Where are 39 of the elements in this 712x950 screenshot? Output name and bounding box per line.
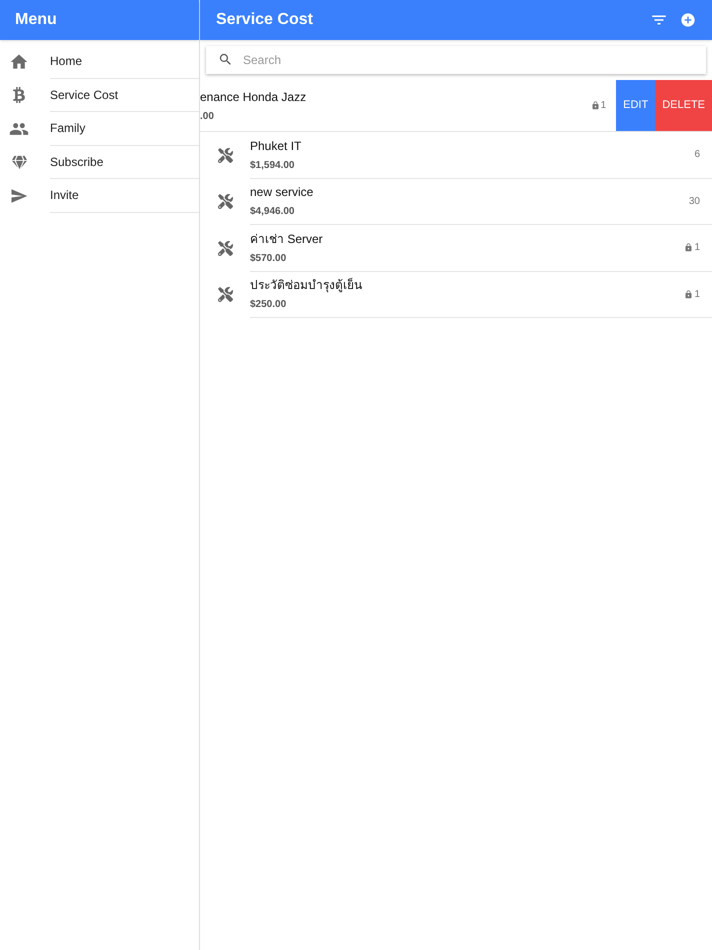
search-icon: [218, 52, 233, 67]
send-icon: [10, 186, 28, 205]
tools-icon: [218, 287, 232, 302]
count: 6: [694, 148, 700, 162]
count: 1: [694, 288, 700, 302]
item-name: Phuket IT: [250, 138, 302, 155]
item-name: enance Honda Jazz: [200, 88, 308, 106]
item-amount: $250.00: [250, 298, 288, 312]
menu-item[interactable]: Family: [0, 112, 199, 146]
item-name: new service: [250, 184, 314, 202]
item-amount: $1,594.00: [250, 158, 296, 173]
count: 1: [600, 99, 606, 113]
item-amount: $570.00: [250, 252, 288, 266]
count: 1: [694, 241, 700, 256]
edit-button[interactable]: EDIT: [616, 80, 656, 131]
item-amount: .00: [200, 110, 215, 124]
menu-item[interactable]: Home: [0, 45, 199, 78]
search-field[interactable]: Search: [206, 46, 706, 74]
tools-icon: [218, 240, 232, 256]
tools-icon: [218, 148, 232, 163]
list-item[interactable]: ประวัติซ่อมบำรุงตู้เย็น $250.00 1: [200, 272, 712, 318]
item-name: ค่าเช่า Server: [250, 230, 324, 248]
gem-icon: [12, 154, 26, 170]
menu-item[interactable]: Subscribe: [0, 146, 199, 179]
delete-button[interactable]: DELETE: [655, 80, 712, 131]
item-name: ประวัติซ่อมบำรุงตู้เย็น: [250, 276, 363, 294]
bitcoin-icon: [11, 87, 27, 104]
menu-header: Menu: [0, 0, 199, 40]
tools-icon: [218, 194, 232, 210]
list-item[interactable]: Phuket IT $1,594.00 6: [200, 132, 712, 178]
add-icon[interactable]: [680, 12, 696, 28]
list-item[interactable]: new service $4,946.00 30: [200, 178, 712, 225]
list-item[interactable]: enance Honda Jazz .00 1: [200, 80, 616, 131]
list-item[interactable]: ค่าเช่า Server $570.00 1: [200, 225, 712, 272]
page-title: Service Cost: [216, 10, 314, 30]
item-amount: $4,946.00: [250, 205, 296, 220]
menu-item[interactable]: Service Cost: [0, 78, 199, 112]
menu-item[interactable]: Invite: [0, 179, 199, 212]
count: 30: [688, 194, 700, 209]
